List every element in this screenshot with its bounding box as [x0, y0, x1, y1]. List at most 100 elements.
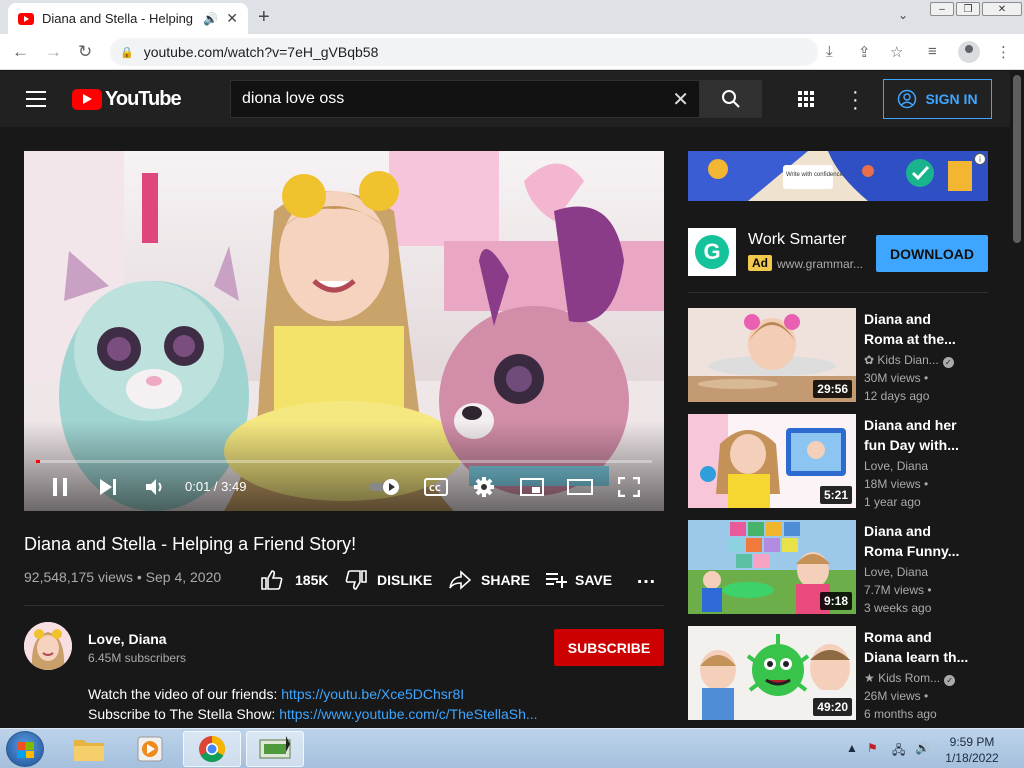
video-frame-image: [24, 151, 664, 511]
recommended-views: 7.7M views •: [864, 583, 932, 597]
clock-date: 1/18/2022: [945, 751, 999, 765]
recommended-channel[interactable]: Love, Diana: [864, 459, 928, 473]
recommended-channel[interactable]: Love, Diana: [864, 565, 928, 579]
ad-title[interactable]: Work Smarter: [748, 231, 846, 249]
taskbar-explorer[interactable]: [60, 731, 118, 767]
system-clock[interactable]: 9:59 PM 1/18/2022: [930, 734, 1014, 766]
taskbar-chrome[interactable]: [183, 731, 241, 767]
recommended-video[interactable]: 5:21 Diana and her fun Day with... Love, …: [688, 414, 988, 509]
video-duration: 5:21: [819, 486, 852, 504]
recommended-title[interactable]: Roma and Diana learn th...: [864, 627, 974, 667]
like-button[interactable]: 185K: [261, 570, 328, 590]
channel-name[interactable]: Love, Diana: [88, 631, 167, 647]
ad-badge: Ad: [748, 255, 772, 271]
browser-menu-icon[interactable]: ⋮: [996, 43, 1011, 61]
tab-close-icon[interactable]: ✕: [226, 10, 238, 27]
description-line-1: Watch the video of our friends: https://…: [88, 686, 464, 702]
recommended-video[interactable]: 9:18 Diana and Roma Funny... Love, Diana …: [688, 520, 988, 615]
speaker-volume-icon[interactable]: 🔊: [915, 741, 930, 755]
description-link-2[interactable]: https://www.youtube.com/c/TheStellaSh...: [279, 706, 537, 722]
channel-avatar[interactable]: [24, 622, 72, 670]
youtube-logo-text: YouTube: [105, 88, 182, 110]
reload-icon[interactable]: ↻: [78, 42, 92, 62]
show-hidden-icons-icon[interactable]: ▲: [846, 741, 858, 755]
ad-banner[interactable]: Write with confidence: [688, 151, 988, 201]
dislike-button[interactable]: DISLIKE: [345, 570, 432, 590]
grammarly-logo[interactable]: G: [688, 228, 736, 276]
theater-mode-icon[interactable]: [567, 477, 593, 497]
autoplay-toggle-icon[interactable]: [368, 477, 402, 497]
search-input[interactable]: diona love oss ✕: [230, 80, 700, 118]
pause-icon[interactable]: [51, 477, 69, 497]
more-actions-icon[interactable]: …: [636, 566, 656, 589]
start-button[interactable]: [6, 731, 44, 767]
recommended-video[interactable]: 29:56 Diana and Roma at the... ✿ Kids Dia…: [688, 308, 988, 403]
address-bar[interactable]: 🔒 youtube.com/watch?v=7eH_gVBqb58: [110, 38, 818, 66]
page-scrollbar[interactable]: [1010, 71, 1024, 728]
progress-fill: [36, 460, 40, 463]
network-status-icon[interactable]: 🖧: [892, 741, 905, 762]
search-button[interactable]: [700, 80, 762, 118]
scrollbar-thumb[interactable]: [1013, 75, 1021, 243]
sign-in-label: SIGN IN: [925, 91, 978, 107]
minimize-icon[interactable]: –: [930, 2, 954, 16]
recommended-title[interactable]: Diana and Roma Funny...: [864, 521, 974, 561]
tab-audio-icon[interactable]: 🔊: [203, 12, 218, 26]
ad-banner-text: Write with confidence: [786, 172, 843, 178]
youtube-play-logo-icon: [72, 89, 102, 110]
subscribe-button[interactable]: SUBSCRIBE: [554, 629, 664, 666]
save-button[interactable]: SAVE: [545, 570, 612, 590]
action-center-flag-icon[interactable]: ⚑: [867, 741, 878, 755]
download-button[interactable]: DOWNLOAD: [876, 235, 988, 272]
description-text-2: Subscribe to The Stella Show:: [88, 706, 280, 722]
verified-badge-icon: ✓: [944, 675, 956, 686]
next-video-icon[interactable]: [98, 478, 118, 496]
captions-icon[interactable]: CC: [424, 477, 448, 497]
video-progress-bar[interactable]: [36, 460, 652, 463]
recommended-channel[interactable]: ★ Kids Rom... ✓: [864, 671, 956, 686]
bookmark-star-icon[interactable]: ☆: [890, 43, 903, 61]
description-link-1[interactable]: https://youtu.be/Xce5DChsr8I: [281, 686, 464, 702]
tab-search-chevron-icon[interactable]: ⌄: [898, 8, 908, 22]
lock-icon[interactable]: 🔒: [120, 46, 134, 59]
browser-tab[interactable]: Diana and Stella - Helping a 🔊 ✕: [8, 3, 248, 34]
profile-avatar-icon[interactable]: [958, 41, 980, 63]
taskbar-network-app[interactable]: [246, 731, 304, 767]
volume-icon[interactable]: [144, 477, 166, 497]
recommended-video[interactable]: 49:20 Roma and Diana learn th... ★ Kids R…: [688, 626, 988, 721]
video-thumbnail[interactable]: 49:20: [688, 626, 856, 720]
video-thumbnail[interactable]: 29:56: [688, 308, 856, 402]
tab-title: Diana and Stella - Helping a: [42, 11, 196, 26]
back-arrow-icon[interactable]: ←: [12, 42, 29, 62]
settings-more-icon[interactable]: · · ·: [852, 82, 859, 118]
apps-grid-icon[interactable]: [798, 91, 814, 107]
share-arrow-icon: [449, 570, 471, 590]
recommended-channel[interactable]: ✿ Kids Dian... ✓: [864, 353, 954, 368]
media-queue-icon[interactable]: ≡: [928, 43, 937, 60]
account-circle-icon: [898, 89, 917, 109]
video-thumbnail[interactable]: 9:18: [688, 520, 856, 614]
taskbar-media-player[interactable]: [121, 731, 179, 767]
window-close-icon[interactable]: ✕: [982, 2, 1022, 16]
restore-icon[interactable]: ❐: [956, 2, 980, 16]
fullscreen-icon[interactable]: [618, 477, 640, 497]
recommended-title[interactable]: Diana and Roma at the...: [864, 309, 974, 349]
folder-icon: [74, 740, 104, 761]
video-player[interactable]: 0:01 / 3:49 CC: [24, 151, 664, 511]
forward-arrow-icon[interactable]: →: [45, 42, 62, 62]
hamburger-menu-icon[interactable]: [26, 91, 46, 107]
share-page-icon[interactable]: ⇪: [858, 43, 871, 61]
share-button[interactable]: SHARE: [449, 570, 530, 590]
settings-gear-icon[interactable]: [473, 476, 495, 498]
miniplayer-icon[interactable]: [520, 477, 544, 497]
youtube-logo[interactable]: YouTube: [72, 88, 182, 111]
new-tab-icon[interactable]: +: [258, 6, 270, 29]
recommended-views: 18M views •: [864, 477, 929, 491]
recommended-title[interactable]: Diana and her fun Day with...: [864, 415, 974, 455]
video-thumbnail[interactable]: 5:21: [688, 414, 856, 508]
install-app-icon[interactable]: ⤓: [826, 43, 833, 60]
ad-info-icon[interactable]: i: [974, 153, 986, 165]
clear-search-icon[interactable]: ✕: [672, 87, 689, 112]
sign-in-button[interactable]: SIGN IN: [883, 79, 992, 119]
like-count: 185K: [295, 572, 329, 588]
